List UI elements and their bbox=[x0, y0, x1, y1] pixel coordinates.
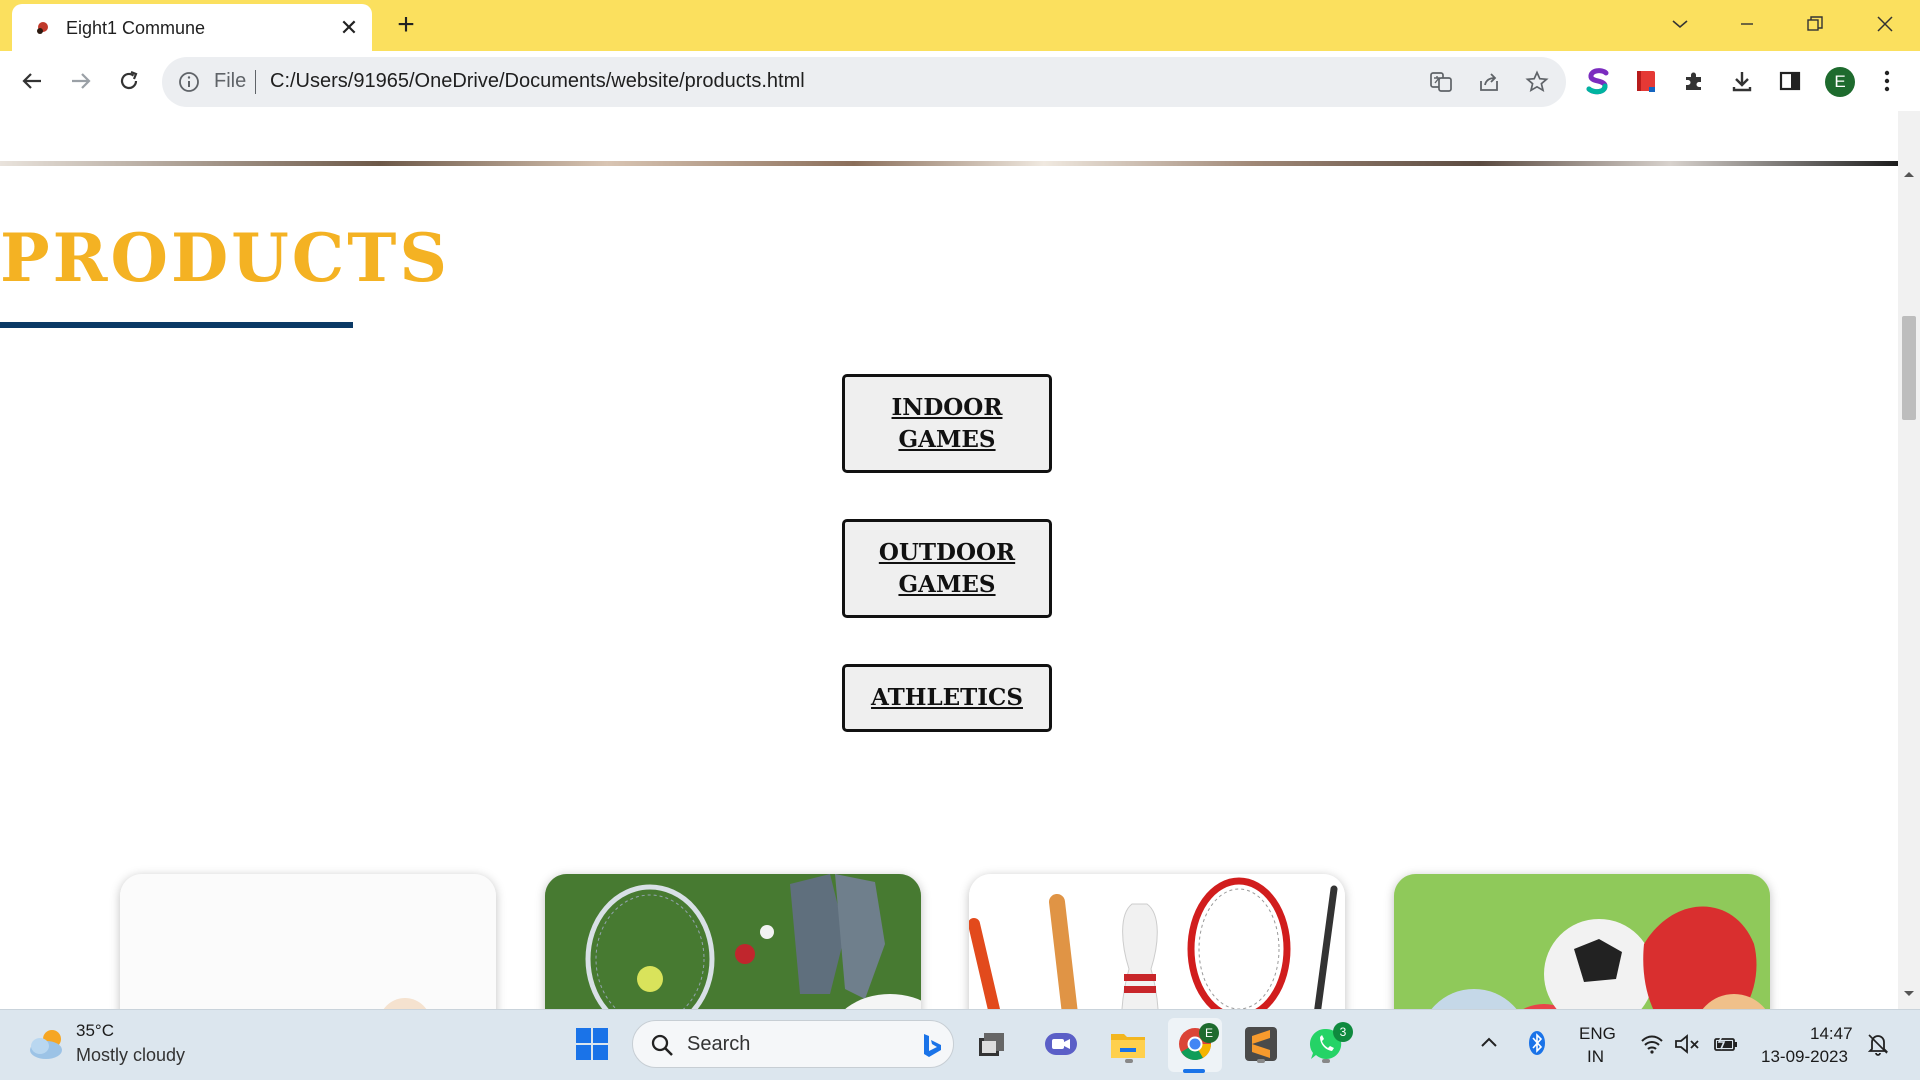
whatsapp-unread-badge: 3 bbox=[1333, 1022, 1353, 1042]
tab-strip: Eight1 Commune ✕ + bbox=[0, 0, 1920, 51]
scroll-thumb[interactable] bbox=[1902, 316, 1916, 420]
site-info-icon[interactable] bbox=[178, 71, 200, 93]
file-explorer-icon[interactable] bbox=[1108, 1024, 1148, 1064]
product-card-4[interactable] bbox=[1394, 874, 1770, 1009]
url-scheme: File bbox=[214, 70, 247, 92]
minimize-icon[interactable] bbox=[1727, 6, 1767, 42]
product-image-4 bbox=[1394, 874, 1770, 1009]
title-underline bbox=[0, 322, 353, 328]
chrome-profile-badge: E bbox=[1199, 1023, 1219, 1043]
sublime-text-icon[interactable] bbox=[1241, 1024, 1281, 1064]
bookmark-star-icon[interactable] bbox=[1524, 69, 1550, 95]
product-card-3[interactable] bbox=[969, 874, 1345, 1009]
browser-toolbar: File C:/Users/91965/OneDrive/Documents/w… bbox=[0, 51, 1920, 111]
clock-date[interactable]: 13-09-2023 bbox=[1761, 1047, 1848, 1067]
tab-search-chevron-icon[interactable] bbox=[1660, 6, 1700, 42]
taskbar: 35°C Mostly cloudy Search E 3 ENG IN 14:… bbox=[0, 1009, 1920, 1080]
taskbar-search-box[interactable]: Search bbox=[632, 1020, 954, 1068]
indoor-games-button[interactable]: INDOOR GAMES bbox=[842, 374, 1052, 473]
reload-icon[interactable] bbox=[109, 61, 149, 101]
hero-image-bottom-edge bbox=[0, 161, 1898, 166]
bluetooth-icon[interactable] bbox=[1529, 1030, 1545, 1056]
wifi-icon[interactable] bbox=[1640, 1034, 1664, 1054]
side-panel-icon[interactable] bbox=[1773, 64, 1807, 98]
explorer-running-indicator bbox=[1125, 1059, 1133, 1063]
product-image-1 bbox=[120, 874, 496, 1009]
profile-avatar[interactable]: E bbox=[1825, 67, 1855, 97]
language-primary[interactable]: ENG bbox=[1579, 1024, 1616, 1044]
task-view-icon[interactable] bbox=[972, 1024, 1012, 1064]
whatsapp-running-indicator bbox=[1322, 1059, 1330, 1063]
tab-title: Eight1 Commune bbox=[66, 18, 206, 38]
search-icon bbox=[651, 1034, 673, 1056]
notifications-bell-icon[interactable] bbox=[1866, 1032, 1890, 1056]
volume-muted-icon[interactable] bbox=[1674, 1034, 1700, 1054]
weather-temperature[interactable]: 35°C bbox=[76, 1021, 114, 1041]
forward-icon[interactable] bbox=[61, 61, 101, 101]
menu-kebab-icon[interactable] bbox=[1870, 64, 1904, 98]
athletics-label: ATHLETICS bbox=[871, 684, 1023, 711]
back-icon[interactable] bbox=[12, 61, 52, 101]
clock-time[interactable]: 14:47 bbox=[1810, 1024, 1853, 1044]
product-image-3 bbox=[969, 874, 1345, 1009]
chrome-active-indicator bbox=[1183, 1069, 1205, 1073]
download-icon[interactable] bbox=[1725, 64, 1759, 98]
restore-icon[interactable] bbox=[1795, 6, 1835, 42]
weather-cloud-icon[interactable] bbox=[26, 1028, 68, 1060]
share-icon[interactable] bbox=[1476, 69, 1502, 95]
bing-icon[interactable] bbox=[918, 1031, 946, 1059]
page-title: PRODUCTS bbox=[0, 219, 451, 297]
url-text[interactable]: C:/Users/91965/OneDrive/Documents/websit… bbox=[270, 70, 805, 93]
indoor-games-label: INDOOR GAMES bbox=[891, 393, 1003, 453]
product-card-1[interactable] bbox=[120, 874, 496, 1009]
battery-charging-icon[interactable] bbox=[1713, 1034, 1739, 1054]
url-separator bbox=[255, 70, 256, 94]
language-secondary[interactable]: IN bbox=[1587, 1047, 1604, 1067]
browser-tab[interactable]: Eight1 Commune ✕ bbox=[12, 4, 372, 51]
page-scrollbar[interactable] bbox=[1898, 111, 1920, 1009]
weather-condition[interactable]: Mostly cloudy bbox=[76, 1045, 185, 1066]
extension-s-icon[interactable] bbox=[1581, 64, 1615, 98]
teams-chat-icon[interactable] bbox=[1041, 1024, 1081, 1064]
outdoor-games-button[interactable]: OUTDOOR GAMES bbox=[842, 519, 1052, 618]
product-card-2[interactable] bbox=[545, 874, 921, 1009]
taskbar-search-label: Search bbox=[687, 1033, 751, 1055]
tab-close-icon[interactable]: ✕ bbox=[335, 14, 363, 42]
athletics-button[interactable]: ATHLETICS bbox=[842, 664, 1052, 732]
address-bar[interactable]: File C:/Users/91965/OneDrive/Documents/w… bbox=[162, 57, 1566, 107]
new-tab-button[interactable]: + bbox=[388, 8, 424, 44]
scroll-down-icon[interactable] bbox=[1902, 989, 1916, 999]
windows-start-icon[interactable] bbox=[572, 1024, 612, 1064]
extensions-puzzle-icon[interactable] bbox=[1677, 64, 1711, 98]
outdoor-games-label: OUTDOOR GAMES bbox=[878, 538, 1016, 598]
tray-overflow-chevron-icon[interactable] bbox=[1480, 1036, 1498, 1048]
scroll-up-icon[interactable] bbox=[1902, 169, 1916, 179]
extension-book-icon[interactable] bbox=[1629, 64, 1663, 98]
product-image-2 bbox=[545, 874, 921, 1009]
translate-icon[interactable] bbox=[1428, 69, 1454, 95]
site-favicon-icon bbox=[37, 22, 48, 34]
page-viewport: PRODUCTS INDOOR GAMES OUTDOOR GAMES ATHL… bbox=[0, 111, 1898, 1009]
sublime-running-indicator bbox=[1257, 1059, 1265, 1063]
close-window-icon[interactable] bbox=[1865, 6, 1905, 42]
